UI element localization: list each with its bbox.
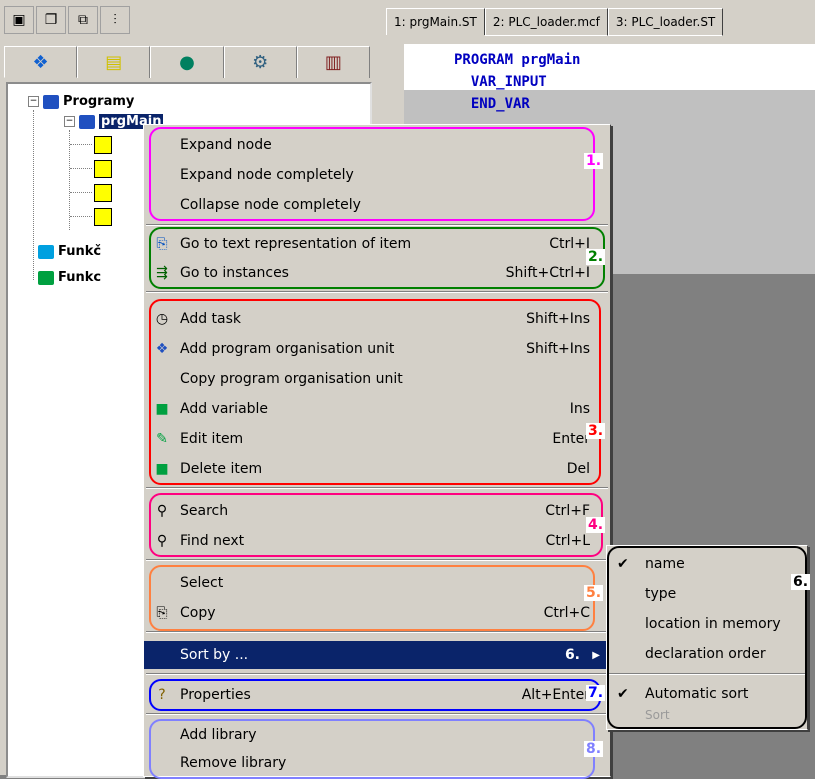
properties-icon: ? xyxy=(158,687,166,703)
code-line[interactable]: END_VAR xyxy=(454,96,530,112)
group-number-3: 3. xyxy=(586,423,606,439)
tree-node-functions[interactable]: Funkč xyxy=(38,244,101,259)
menu-separator xyxy=(146,291,608,293)
function-icon xyxy=(38,244,54,259)
group-number-2: 2. xyxy=(586,249,606,265)
edit-icon: ✎ xyxy=(156,431,168,447)
add-variable-icon: ■ xyxy=(155,401,169,417)
tab-globals[interactable]: ● xyxy=(150,46,224,78)
binoculars-icon: ⚲ xyxy=(156,503,168,519)
find-next-icon: ⚲ xyxy=(156,533,168,549)
group-number-6: 6. xyxy=(564,647,580,663)
instances-icon: ⇶ xyxy=(156,265,168,281)
tree-line xyxy=(70,216,92,217)
menu-item-add-variable[interactable]: ■ Add variable Ins xyxy=(144,395,610,423)
menu-item-go-to-text[interactable]: ⎘ Go to text representation of item Ctrl… xyxy=(144,230,610,258)
menu-item-add-pou[interactable]: ❖ Add program organisation unit Shift+In… xyxy=(144,335,610,363)
menu-item-sort-by[interactable]: Sort by ... 6. ▶ xyxy=(144,641,610,669)
pou-icon: ❖ xyxy=(32,51,49,73)
menu-separator xyxy=(146,224,608,226)
tab-config[interactable]: ⚙ xyxy=(223,46,297,78)
collapse-icon[interactable]: − xyxy=(64,116,75,127)
books-icon: ▥ xyxy=(324,52,342,73)
program-folder-icon xyxy=(43,94,59,109)
tab-libraries[interactable]: ▥ xyxy=(296,46,371,78)
menu-item-copy[interactable]: ⎘ Copy Ctrl+C xyxy=(144,599,610,627)
function-block-icon xyxy=(38,270,54,285)
context-menu: Expand node Expand node completely Colla… xyxy=(143,124,611,779)
text-representation-icon: ⎘ xyxy=(156,236,168,252)
menu-separator xyxy=(146,673,608,675)
add-pou-icon: ❖ xyxy=(155,341,169,357)
tree-line xyxy=(70,144,92,145)
tab-data-types[interactable]: ▤ xyxy=(77,46,151,78)
sort-item-sort: Sort xyxy=(645,708,670,722)
delete-icon: ■ xyxy=(155,461,169,477)
menu-item-select[interactable]: Select xyxy=(144,569,610,597)
menu-item-go-to-instances[interactable]: ⇶ Go to instances Shift+Ctrl+I xyxy=(144,259,610,287)
menu-item-add-library[interactable]: Add library xyxy=(144,721,610,749)
sort-item-name[interactable]: ✔ name xyxy=(607,550,807,578)
tab-pou[interactable]: ❖ xyxy=(4,46,78,78)
menu-item-delete-item[interactable]: ■ Delete item Del xyxy=(144,455,610,483)
check-icon: ✔ xyxy=(617,556,629,572)
tree-line xyxy=(70,168,92,169)
menu-separator xyxy=(146,559,608,561)
sort-item-location[interactable]: location in memory xyxy=(607,610,807,638)
tab-prgmain[interactable]: 1: prgMain.ST xyxy=(386,8,485,35)
tree-tabs: ❖ ▤ ● ⚙ ▥ xyxy=(4,46,371,78)
config-icon: ⚙ xyxy=(252,52,269,73)
tab-plc-loader-mcf[interactable]: 2: PLC_loader.mcf xyxy=(484,8,608,36)
tree-line xyxy=(70,192,92,193)
globe-icon: ● xyxy=(179,52,195,73)
editor-tabs: 1: prgMain.ST 2: PLC_loader.mcf 3: PLC_l… xyxy=(386,8,724,36)
copy-icon: ⎘ xyxy=(156,605,168,621)
clock-icon: ◷ xyxy=(155,311,169,327)
group-number-7: 7. xyxy=(586,685,606,701)
menu-item-find-next[interactable]: ⚲ Find next Ctrl+L xyxy=(144,527,610,555)
tree-line xyxy=(69,130,70,230)
code-line[interactable]: VAR_INPUT xyxy=(454,74,547,90)
var-icon[interactable] xyxy=(94,160,112,178)
menu-separator xyxy=(609,673,805,675)
panel-toolbar: ▣ ❐ ⧉ ⫶ xyxy=(4,6,130,34)
menu-item-expand-node-completely[interactable]: Expand node completely xyxy=(144,161,610,189)
code-line[interactable]: PROGRAM prgMain xyxy=(454,52,580,68)
datatypes-icon: ▤ xyxy=(105,52,123,73)
menu-item-copy-pou[interactable]: Copy program organisation unit xyxy=(144,365,610,393)
collapse-icon[interactable]: − xyxy=(28,96,39,107)
star-var-icon[interactable] xyxy=(94,208,112,226)
group-number-1: 1. xyxy=(584,153,604,169)
output-var-icon[interactable] xyxy=(94,184,112,202)
menu-item-edit-item[interactable]: ✎ Edit item Enter xyxy=(144,425,610,453)
input-var-icon[interactable] xyxy=(94,136,112,154)
tab-plc-loader-st[interactable]: 3: PLC_loader.ST xyxy=(607,8,724,36)
group-number-4: 4. xyxy=(586,517,606,533)
menu-item-remove-library[interactable]: Remove library xyxy=(144,749,610,777)
menu-item-properties[interactable]: ? Properties Alt+Enter xyxy=(144,681,610,709)
group-number-6-sub: 6. xyxy=(791,574,811,590)
menu-item-collapse-node-completely[interactable]: Collapse node completely xyxy=(144,191,610,219)
menu-separator xyxy=(146,713,608,715)
group-number-8: 8. xyxy=(584,741,604,757)
menu-item-search[interactable]: ⚲ Search Ctrl+F xyxy=(144,497,610,525)
library-icon[interactable]: ⫶ xyxy=(100,6,130,34)
cascade-icon[interactable]: ❐ xyxy=(36,6,66,34)
sort-item-declaration-order[interactable]: declaration order xyxy=(607,640,807,668)
group-number-5: 5. xyxy=(584,585,604,601)
tree-node-programs[interactable]: − Programy xyxy=(28,94,134,109)
check-icon: ✔ xyxy=(617,686,629,702)
sort-submenu: ✔ name type location in memory declarati… xyxy=(606,545,811,730)
menu-separator xyxy=(146,487,608,489)
tile-icon[interactable]: ⧉ xyxy=(68,6,98,34)
menu-item-expand-node[interactable]: Expand node xyxy=(144,131,610,159)
menu-item-add-task[interactable]: ◷ Add task Shift+Ins xyxy=(144,305,610,333)
tree-line xyxy=(33,110,34,280)
window-icon[interactable]: ▣ xyxy=(4,6,34,34)
submenu-arrow-icon: ▶ xyxy=(592,649,600,661)
program-icon xyxy=(79,114,95,129)
menu-separator xyxy=(146,631,608,633)
sort-item-type[interactable]: type xyxy=(607,580,807,608)
tree-node-function-blocks[interactable]: Funkc xyxy=(38,270,101,285)
